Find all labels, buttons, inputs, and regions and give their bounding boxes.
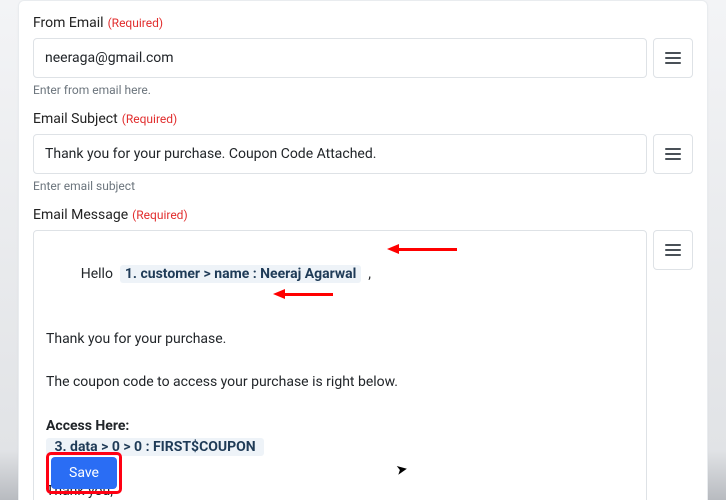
hamburger-icon	[665, 244, 681, 256]
subject-label: Email Subject(Required)	[33, 111, 693, 127]
from-email-hint: Enter from email here.	[33, 83, 693, 97]
message-editor[interactable]: Hello 1. customer > name : Neeraj Agarwa…	[33, 230, 647, 500]
save-button[interactable]: Save	[51, 457, 117, 489]
subject-hint: Enter email subject	[33, 179, 693, 193]
message-map-button[interactable]	[653, 230, 693, 270]
from-email-map-button[interactable]	[653, 38, 693, 78]
hamburger-icon	[665, 52, 681, 64]
merge-token-customer-name: 1. customer > name : Neeraj Agarwal	[120, 265, 361, 283]
message-group: Email Message(Required) Hello 1. custome…	[33, 207, 693, 500]
subject-map-button[interactable]	[653, 134, 693, 174]
message-label: Email Message(Required)	[33, 207, 693, 223]
subject-input[interactable]	[33, 134, 647, 174]
hamburger-icon	[665, 148, 681, 160]
from-email-input[interactable]	[33, 38, 647, 78]
from-email-group: From Email(Required) Enter from email he…	[33, 15, 693, 97]
from-email-label: From Email(Required)	[33, 15, 693, 31]
save-highlight: Save	[46, 452, 122, 494]
form-card: From Email(Required) Enter from email he…	[18, 0, 708, 500]
subject-group: Email Subject(Required) Enter email subj…	[33, 111, 693, 193]
